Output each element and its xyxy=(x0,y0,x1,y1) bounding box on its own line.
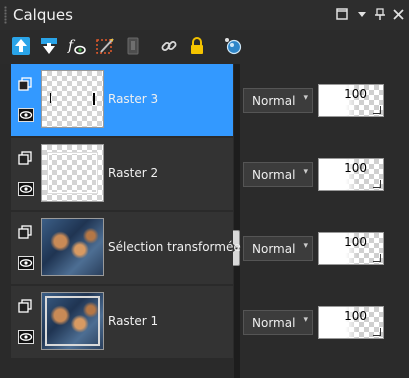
layer-row[interactable]: Raster 3 xyxy=(11,64,233,136)
edit-selection-icon[interactable] xyxy=(95,36,115,56)
layer-row[interactable]: Raster 2 xyxy=(11,138,233,210)
layer-group-icon[interactable] xyxy=(18,76,32,91)
layer-thumbnail[interactable] xyxy=(41,70,104,128)
blend-mode-value: Normal xyxy=(252,168,296,182)
opacity-value: 100 xyxy=(344,235,367,249)
opacity-value: 100 xyxy=(344,87,367,101)
new-layer-dropdown-icon[interactable] xyxy=(39,36,59,56)
panel-title: Calques xyxy=(13,6,73,24)
lock-icon[interactable] xyxy=(187,36,207,56)
blend-mode-dropdown[interactable]: Normal ▾ xyxy=(243,236,313,261)
layer-group-icon[interactable] xyxy=(18,150,32,165)
layer-name: Raster 1 xyxy=(108,314,159,328)
layer-name: Sélection transformée xyxy=(108,240,241,254)
restore-icon[interactable] xyxy=(334,6,350,22)
visibility-eye-icon[interactable] xyxy=(18,329,34,344)
opacity-field[interactable]: 100 xyxy=(318,84,384,117)
visibility-eye-icon[interactable] xyxy=(18,181,34,196)
resize-grip-icon[interactable] xyxy=(373,328,381,336)
blend-mode-dropdown[interactable]: Normal ▾ xyxy=(243,162,313,187)
chevron-down-icon: ▾ xyxy=(303,167,308,177)
opacity-field[interactable]: 100 xyxy=(318,232,384,265)
layer-group-icon[interactable] xyxy=(18,224,32,239)
mask-icon[interactable] xyxy=(123,36,143,56)
panel-titlebar: Calques xyxy=(0,0,409,30)
chevron-down-icon: ▾ xyxy=(303,315,308,325)
layer-name: Raster 2 xyxy=(108,166,159,180)
pin-icon[interactable] xyxy=(372,6,388,22)
drag-grip[interactable] xyxy=(4,6,7,24)
blend-mode-value: Normal xyxy=(252,94,296,108)
layer-thumbnail[interactable] xyxy=(41,218,104,276)
layers-toolbar: f xyxy=(0,30,409,62)
blend-mode-value: Normal xyxy=(252,316,296,330)
resize-grip-icon[interactable] xyxy=(373,106,381,114)
resize-grip-icon[interactable] xyxy=(373,180,381,188)
blend-mode-dropdown[interactable]: Normal ▾ xyxy=(243,88,313,113)
resize-grip-icon[interactable] xyxy=(373,254,381,262)
layer-name: Raster 3 xyxy=(108,92,159,106)
layer-group-icon[interactable] xyxy=(18,298,32,313)
new-raster-layer-icon[interactable] xyxy=(11,36,31,56)
opacity-field[interactable]: 100 xyxy=(318,306,384,339)
layer-row[interactable]: Sélection transformée xyxy=(11,212,241,284)
blend-mode-dropdown[interactable]: Normal ▾ xyxy=(243,310,313,335)
dropdown-icon[interactable] xyxy=(354,6,370,22)
link-icon[interactable] xyxy=(159,36,179,56)
chevron-down-icon: ▾ xyxy=(303,93,308,103)
layer-thumbnail[interactable] xyxy=(41,144,104,202)
opacity-field[interactable]: 100 xyxy=(318,158,384,191)
visibility-eye-icon[interactable] xyxy=(18,107,34,122)
chevron-down-icon: ▾ xyxy=(303,241,308,251)
blend-mode-value: Normal xyxy=(252,242,296,256)
properties-icon[interactable] xyxy=(223,36,243,56)
layer-thumbnail[interactable] xyxy=(41,292,104,350)
layer-effects-icon[interactable]: f xyxy=(67,36,87,56)
opacity-value: 100 xyxy=(344,161,367,175)
opacity-value: 100 xyxy=(344,309,367,323)
visibility-eye-icon[interactable] xyxy=(18,255,34,270)
close-icon[interactable] xyxy=(390,6,406,22)
layer-row[interactable]: Raster 1 xyxy=(11,286,233,358)
